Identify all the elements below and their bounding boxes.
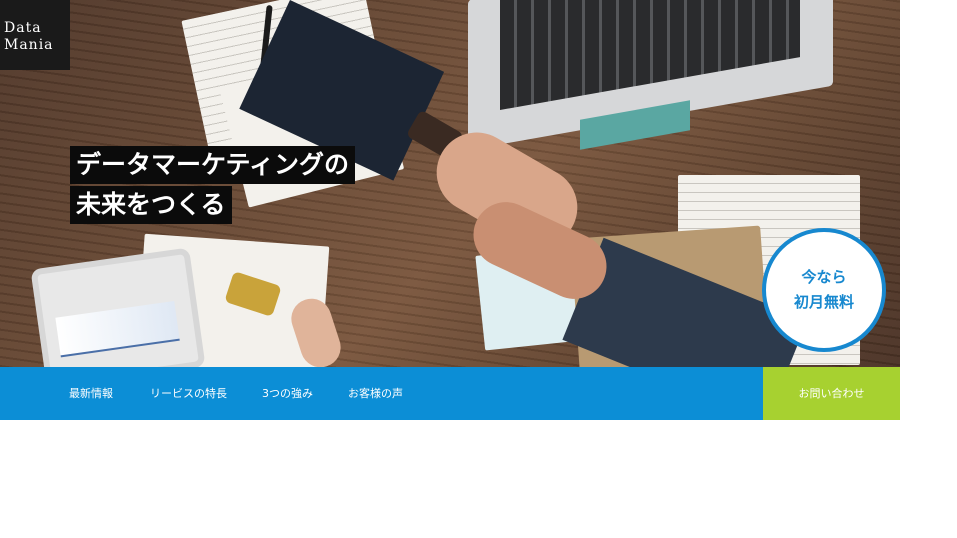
- hero-headline: データマーケティングの 未来をつくる: [70, 146, 356, 226]
- tablet-chart: [55, 301, 180, 358]
- logo-line-2: Mania: [4, 37, 54, 53]
- nav-item-news[interactable]: 最新情報: [69, 367, 113, 420]
- logo-line-1: Data: [4, 20, 42, 36]
- headline-line-1: データマーケティングの: [70, 146, 356, 184]
- headline-line-2: 未来をつくる: [70, 186, 232, 224]
- site-logo[interactable]: Data Mania: [0, 0, 70, 70]
- badge-line-2: 初月無料: [793, 293, 854, 311]
- contact-button[interactable]: お問い合わせ: [763, 367, 900, 420]
- nav-item-strengths[interactable]: 3つの強み: [262, 367, 313, 420]
- free-trial-badge[interactable]: 今なら 初月無料: [762, 228, 886, 352]
- nav-item-features[interactable]: リービスの特長: [150, 367, 227, 420]
- badge-line-1: 今なら: [801, 268, 847, 286]
- main-nav: 最新情報 リービスの特長 3つの強み お客様の声 お問い合わせ: [0, 367, 900, 420]
- nav-item-testimonials[interactable]: お客様の声: [348, 367, 403, 420]
- tablet-image: [30, 247, 206, 367]
